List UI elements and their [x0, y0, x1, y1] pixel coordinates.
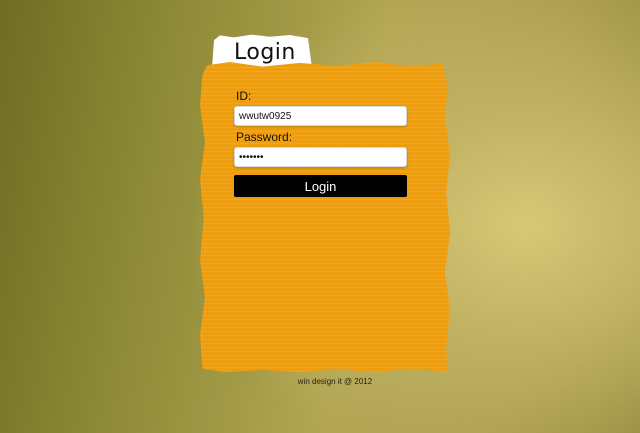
- password-input[interactable]: [234, 147, 407, 167]
- login-tab-title: Login: [234, 40, 296, 65]
- id-label: ID:: [236, 89, 252, 103]
- id-input[interactable]: [234, 106, 407, 126]
- footer-credit: win design it @ 2012: [297, 377, 373, 386]
- login-button[interactable]: Login: [234, 175, 407, 197]
- password-label: Password:: [236, 130, 293, 144]
